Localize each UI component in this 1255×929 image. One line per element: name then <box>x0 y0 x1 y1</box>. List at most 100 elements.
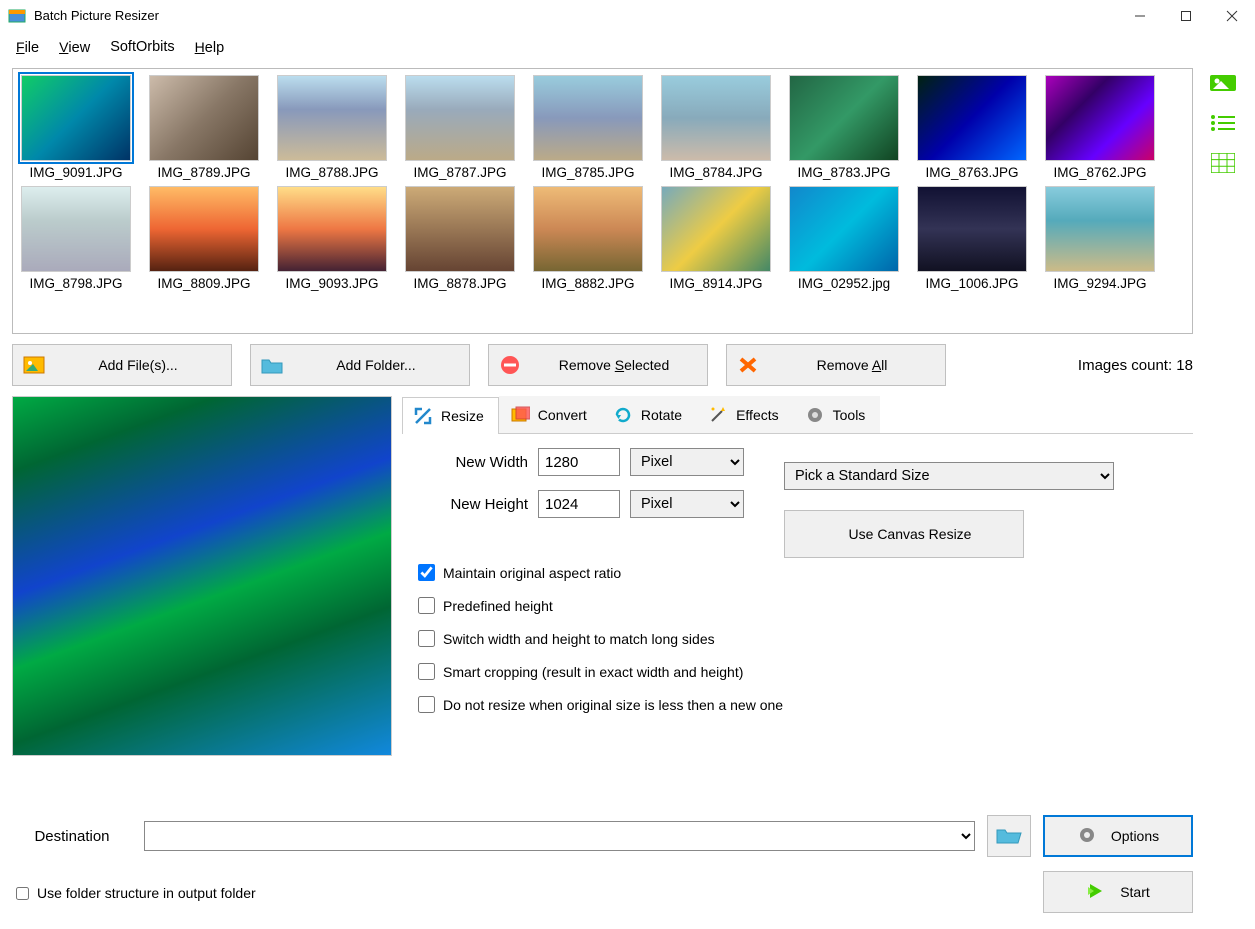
standard-size-select[interactable]: Pick a Standard Size <box>784 462 1114 490</box>
menu-softorbits[interactable]: SoftOrbits <box>102 35 182 59</box>
browse-destination-button[interactable] <box>987 815 1031 857</box>
predefined-height-checkbox[interactable] <box>418 597 435 614</box>
thumbnail-image <box>661 75 771 161</box>
thumbnail-label: IMG_9091.JPG <box>18 165 134 180</box>
thumbnail-item[interactable]: IMG_8809.JPG <box>147 186 261 291</box>
thumbnail-label: IMG_8914.JPG <box>658 276 774 291</box>
tab-rotate[interactable]: Rotate <box>602 396 697 433</box>
remove-selected-button[interactable]: Remove Selected <box>488 344 708 386</box>
width-unit-select[interactable]: Pixel <box>630 448 744 476</box>
tab-convert[interactable]: Convert <box>499 396 602 433</box>
remove-all-icon <box>737 355 759 375</box>
smart-crop-label: Smart cropping (result in exact width an… <box>443 664 743 680</box>
add-files-button[interactable]: Add File(s)... <box>12 344 232 386</box>
thumbnail-item[interactable]: IMG_8783.JPG <box>787 75 901 180</box>
thumbnail-item[interactable]: IMG_8798.JPG <box>19 186 133 291</box>
maintain-aspect-label: Maintain original aspect ratio <box>443 565 621 581</box>
use-folder-structure-checkbox[interactable] <box>16 887 29 900</box>
view-grid-button[interactable] <box>1208 152 1238 174</box>
titlebar: Batch Picture Resizer <box>0 0 1255 32</box>
thumbnail-panel: IMG_9091.JPGIMG_8789.JPGIMG_8788.JPGIMG_… <box>12 68 1193 334</box>
thumbnail-image <box>917 75 1027 161</box>
new-height-input[interactable] <box>538 490 620 518</box>
minimize-button[interactable] <box>1117 0 1163 32</box>
destination-select[interactable] <box>144 821 975 851</box>
thumbnail-image <box>917 186 1027 272</box>
folder-open-icon <box>996 825 1022 848</box>
thumbnail-item[interactable]: IMG_02952.jpg <box>787 186 901 291</box>
app-icon <box>8 7 26 25</box>
thumbnail-image <box>21 75 131 161</box>
thumbnail-item[interactable]: IMG_8763.JPG <box>915 75 1029 180</box>
view-switcher <box>1203 68 1243 917</box>
tab-tools[interactable]: Tools <box>794 396 881 433</box>
destination-label: Destination <box>12 828 132 845</box>
thumbnail-image <box>405 75 515 161</box>
thumbnail-label: IMG_8878.JPG <box>402 276 518 291</box>
thumbnail-image <box>661 186 771 272</box>
switch-wh-label: Switch width and height to match long si… <box>443 631 715 647</box>
no-upscale-checkbox[interactable] <box>418 696 435 713</box>
thumbnail-label: IMG_8785.JPG <box>530 165 646 180</box>
predefined-height-label: Predefined height <box>443 598 553 614</box>
use-folder-structure-label: Use folder structure in output folder <box>37 885 256 901</box>
close-button[interactable] <box>1209 0 1255 32</box>
thumbnail-label: IMG_1006.JPG <box>914 276 1030 291</box>
thumbnail-label: IMG_8798.JPG <box>18 276 134 291</box>
gear-icon <box>1077 825 1097 848</box>
thumbnail-image <box>277 186 387 272</box>
remove-icon <box>499 355 521 375</box>
smart-crop-checkbox[interactable] <box>418 663 435 680</box>
maintain-aspect-checkbox[interactable] <box>418 564 435 581</box>
thumbnail-item[interactable]: IMG_8789.JPG <box>147 75 261 180</box>
thumbnail-image <box>1045 75 1155 161</box>
start-button[interactable]: Start <box>1043 871 1193 913</box>
destination-row: Destination Options <box>12 811 1193 861</box>
tab-effects[interactable]: Effects <box>697 396 794 433</box>
menu-file[interactable]: File <box>8 35 47 60</box>
resize-icon <box>413 406 433 426</box>
thumbnail-image <box>277 75 387 161</box>
thumbnail-item[interactable]: IMG_9091.JPG <box>19 75 133 180</box>
menu-view[interactable]: View <box>51 35 98 60</box>
view-list-button[interactable] <box>1208 112 1238 134</box>
thumbnail-item[interactable]: IMG_8882.JPG <box>531 186 645 291</box>
thumbnail-image <box>533 75 643 161</box>
thumbnail-image <box>789 75 899 161</box>
remove-all-button[interactable]: Remove All <box>726 344 946 386</box>
thumbnail-item[interactable]: IMG_8762.JPG <box>1043 75 1157 180</box>
options-button[interactable]: Options <box>1043 815 1193 857</box>
images-count-label: Images count: 18 <box>1078 357 1193 374</box>
canvas-resize-button[interactable]: Use Canvas Resize <box>784 510 1024 558</box>
thumbnail-item[interactable]: IMG_1006.JPG <box>915 186 1029 291</box>
thumbnail-image <box>1045 186 1155 272</box>
thumbnail-label: IMG_8784.JPG <box>658 165 774 180</box>
new-height-label: New Height <box>418 496 528 513</box>
switch-wh-checkbox[interactable] <box>418 630 435 647</box>
thumbnail-item[interactable]: IMG_8788.JPG <box>275 75 389 180</box>
thumbnail-label: IMG_8882.JPG <box>530 276 646 291</box>
tab-resize[interactable]: Resize <box>402 397 499 434</box>
view-thumbnails-button[interactable] <box>1208 72 1238 94</box>
thumbnail-item[interactable]: IMG_8878.JPG <box>403 186 517 291</box>
tools-icon <box>805 405 825 425</box>
menu-help[interactable]: Help <box>187 35 232 60</box>
tab-body-resize: New Width Pixel New Height Pixel <box>402 434 1193 803</box>
thumbnail-item[interactable]: IMG_8787.JPG <box>403 75 517 180</box>
thumbnail-item[interactable]: IMG_9093.JPG <box>275 186 389 291</box>
thumbnail-label: IMG_9093.JPG <box>274 276 390 291</box>
menubar: File View SoftOrbits Help <box>0 32 1255 62</box>
height-unit-select[interactable]: Pixel <box>630 490 744 518</box>
maximize-button[interactable] <box>1163 0 1209 32</box>
new-width-input[interactable] <box>538 448 620 476</box>
toolbar: Add File(s)... Add Folder... Remove Sele… <box>12 342 1193 388</box>
thumbnail-label: IMG_8783.JPG <box>786 165 902 180</box>
thumbnail-item[interactable]: IMG_8785.JPG <box>531 75 645 180</box>
thumbnail-item[interactable]: IMG_8914.JPG <box>659 186 773 291</box>
thumbnail-image <box>533 186 643 272</box>
thumbnail-item[interactable]: IMG_8784.JPG <box>659 75 773 180</box>
add-folder-button[interactable]: Add Folder... <box>250 344 470 386</box>
new-width-label: New Width <box>418 454 528 471</box>
thumbnail-image <box>21 186 131 272</box>
thumbnail-item[interactable]: IMG_9294.JPG <box>1043 186 1157 291</box>
